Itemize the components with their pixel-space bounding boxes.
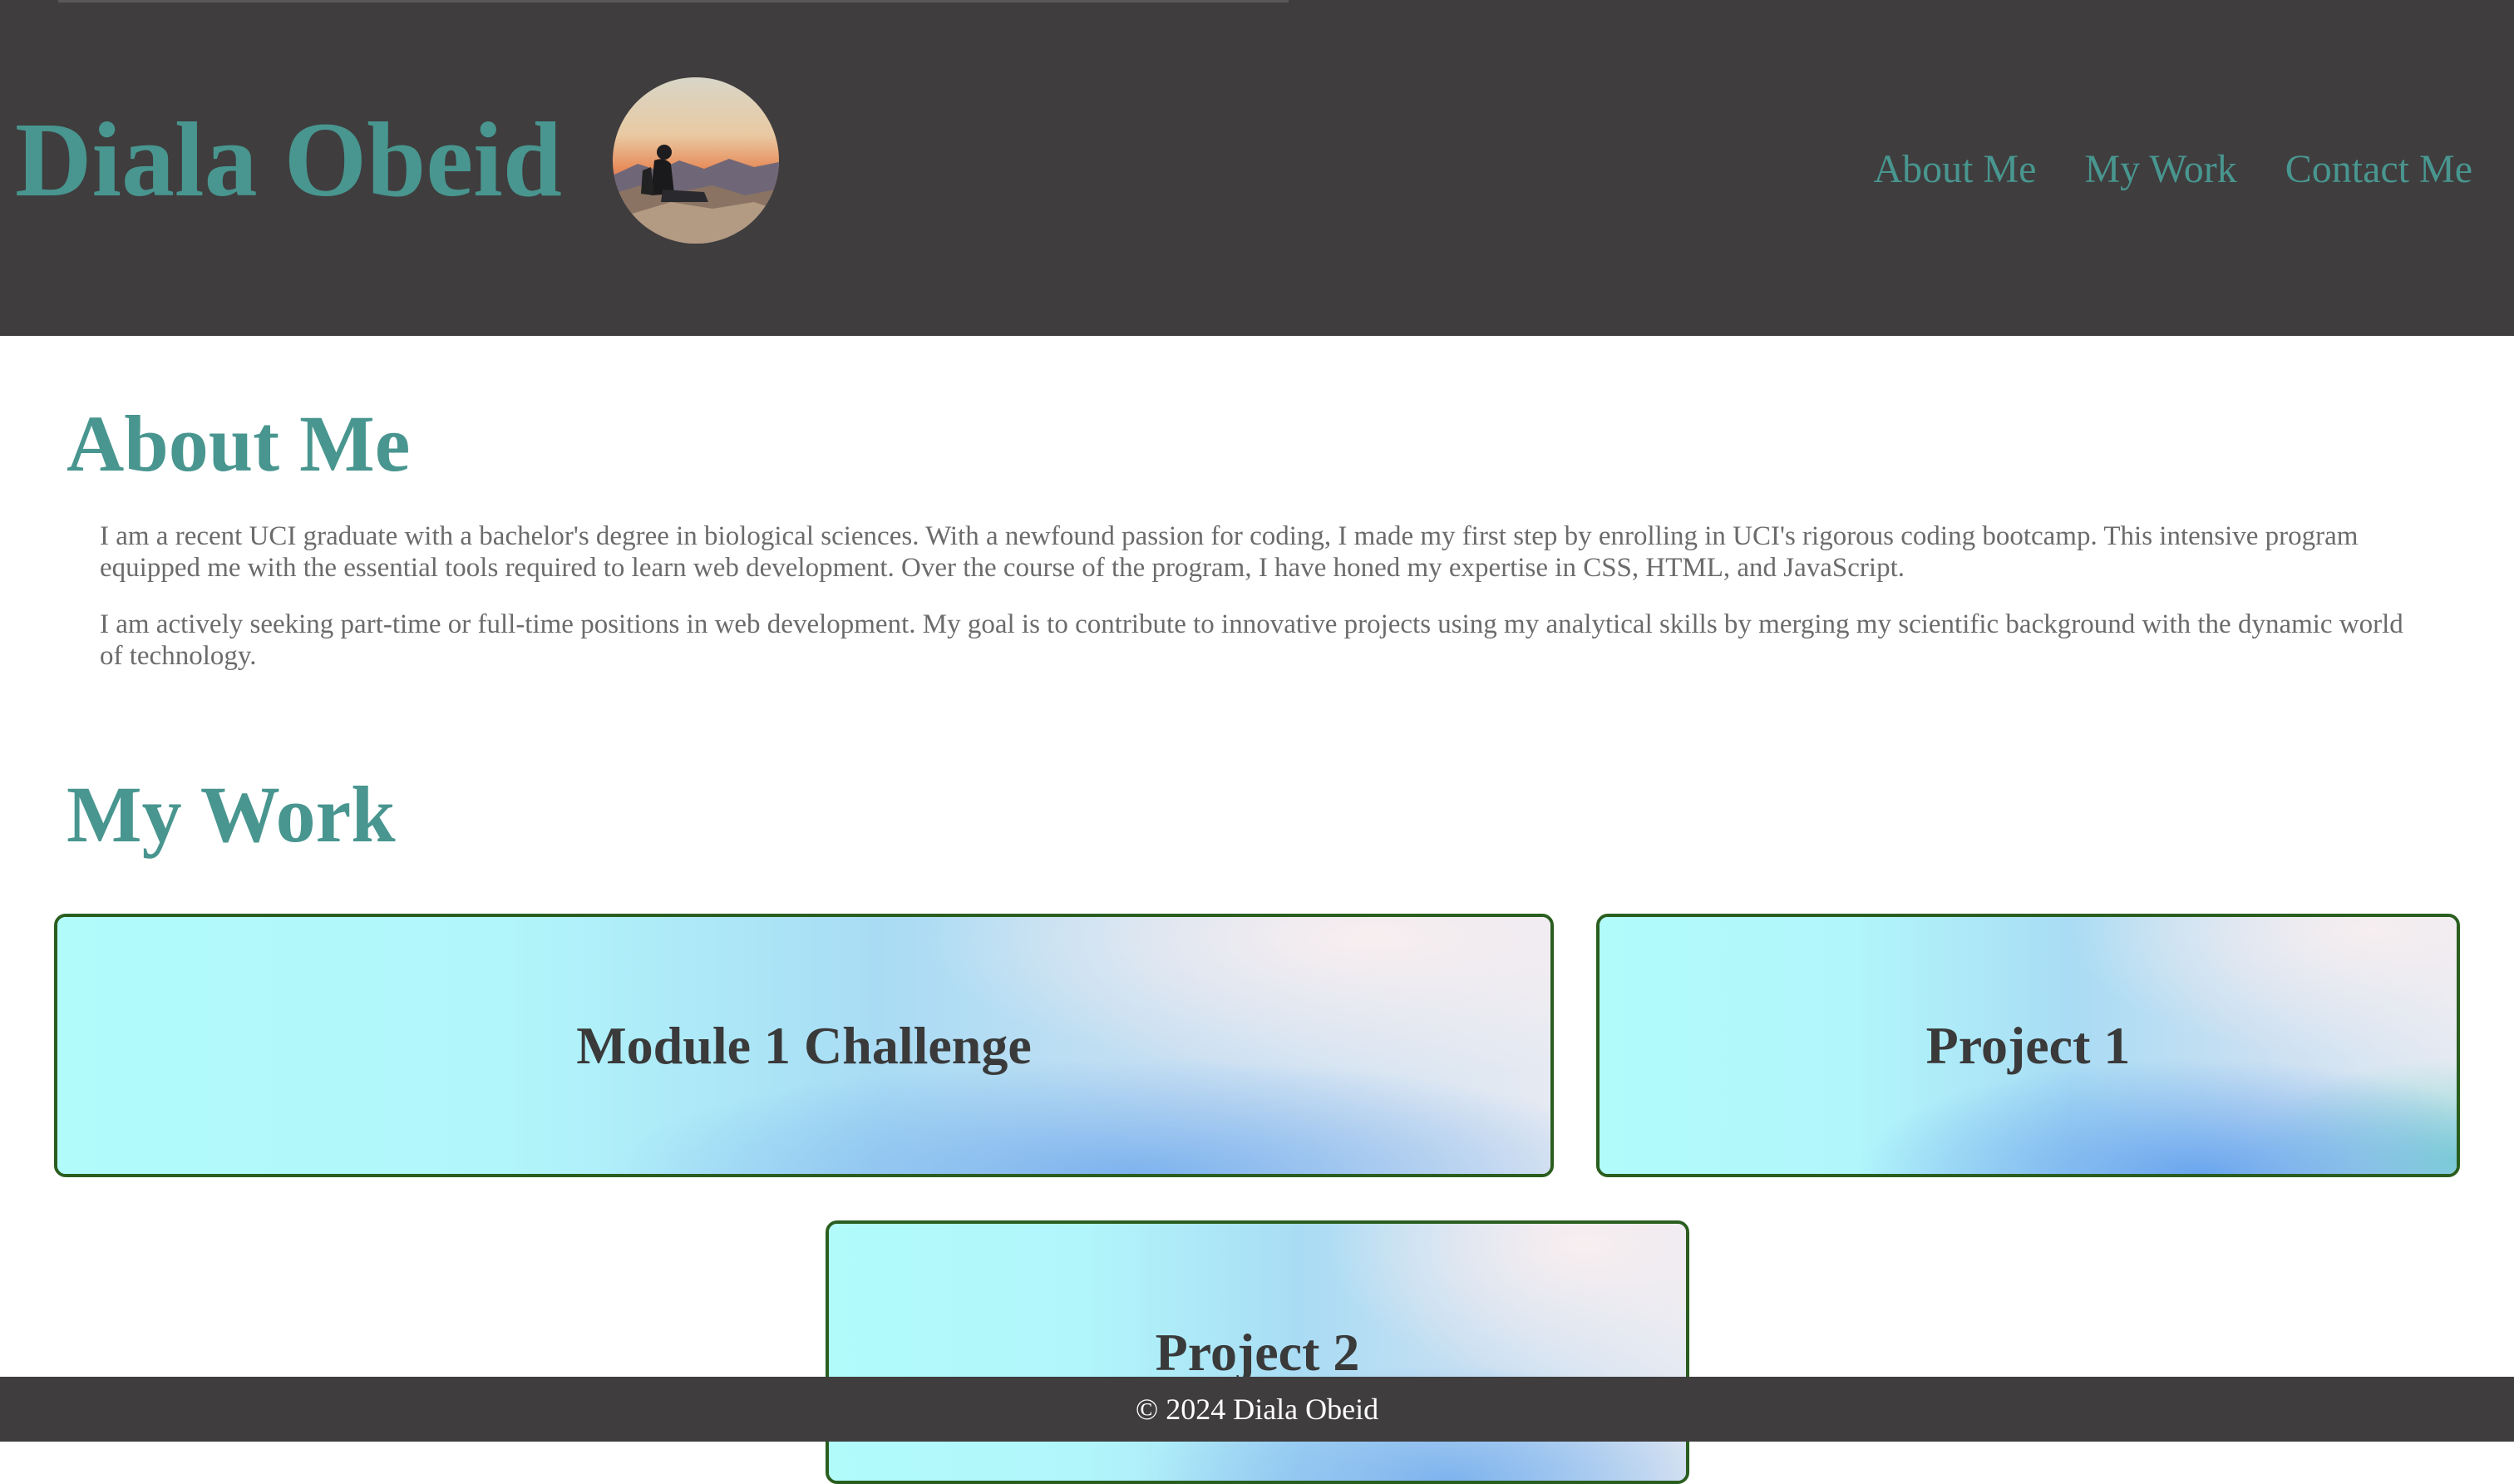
work-card-project-1[interactable]: Project 1 — [1596, 914, 2460, 1177]
main-nav: About Me My Work Contact Me — [1873, 140, 2472, 200]
avatar-photo — [613, 77, 779, 244]
about-text: I am a recent UCI graduate with a bachel… — [100, 520, 2428, 697]
nav-link-my-work[interactable]: My Work — [2084, 140, 2236, 200]
about-paragraph-2: I am actively seeking part-time or full-… — [100, 609, 2403, 671]
about-heading: About Me — [67, 399, 411, 488]
site-name: Diala Obeid — [15, 101, 562, 219]
about-paragraph-1: I am a recent UCI graduate with a bachel… — [100, 521, 2359, 583]
site-footer: © 2024 Diala Obeid — [0, 1377, 2514, 1442]
nav-link-about-me[interactable]: About Me — [1873, 140, 2036, 200]
avatar — [613, 77, 779, 244]
nav-link-contact-me[interactable]: Contact Me — [2285, 140, 2472, 200]
site-header: Diala Obeid About Me My Work Contact Me — [0, 0, 2514, 336]
work-card-label: Project 1 — [1925, 1015, 2131, 1075]
work-heading: My Work — [67, 770, 396, 859]
footer-copyright: © 2024 Diala Obeid — [1135, 1393, 1379, 1426]
work-card-label: Module 1 Challenge — [576, 1015, 1032, 1075]
top-loading-line — [58, 0, 1289, 2]
work-card-project-2[interactable]: Project 2 — [826, 1220, 1689, 1484]
work-card-label: Project 2 — [1155, 1323, 1360, 1382]
work-card-module-1-challenge[interactable]: Module 1 Challenge — [54, 914, 1554, 1177]
